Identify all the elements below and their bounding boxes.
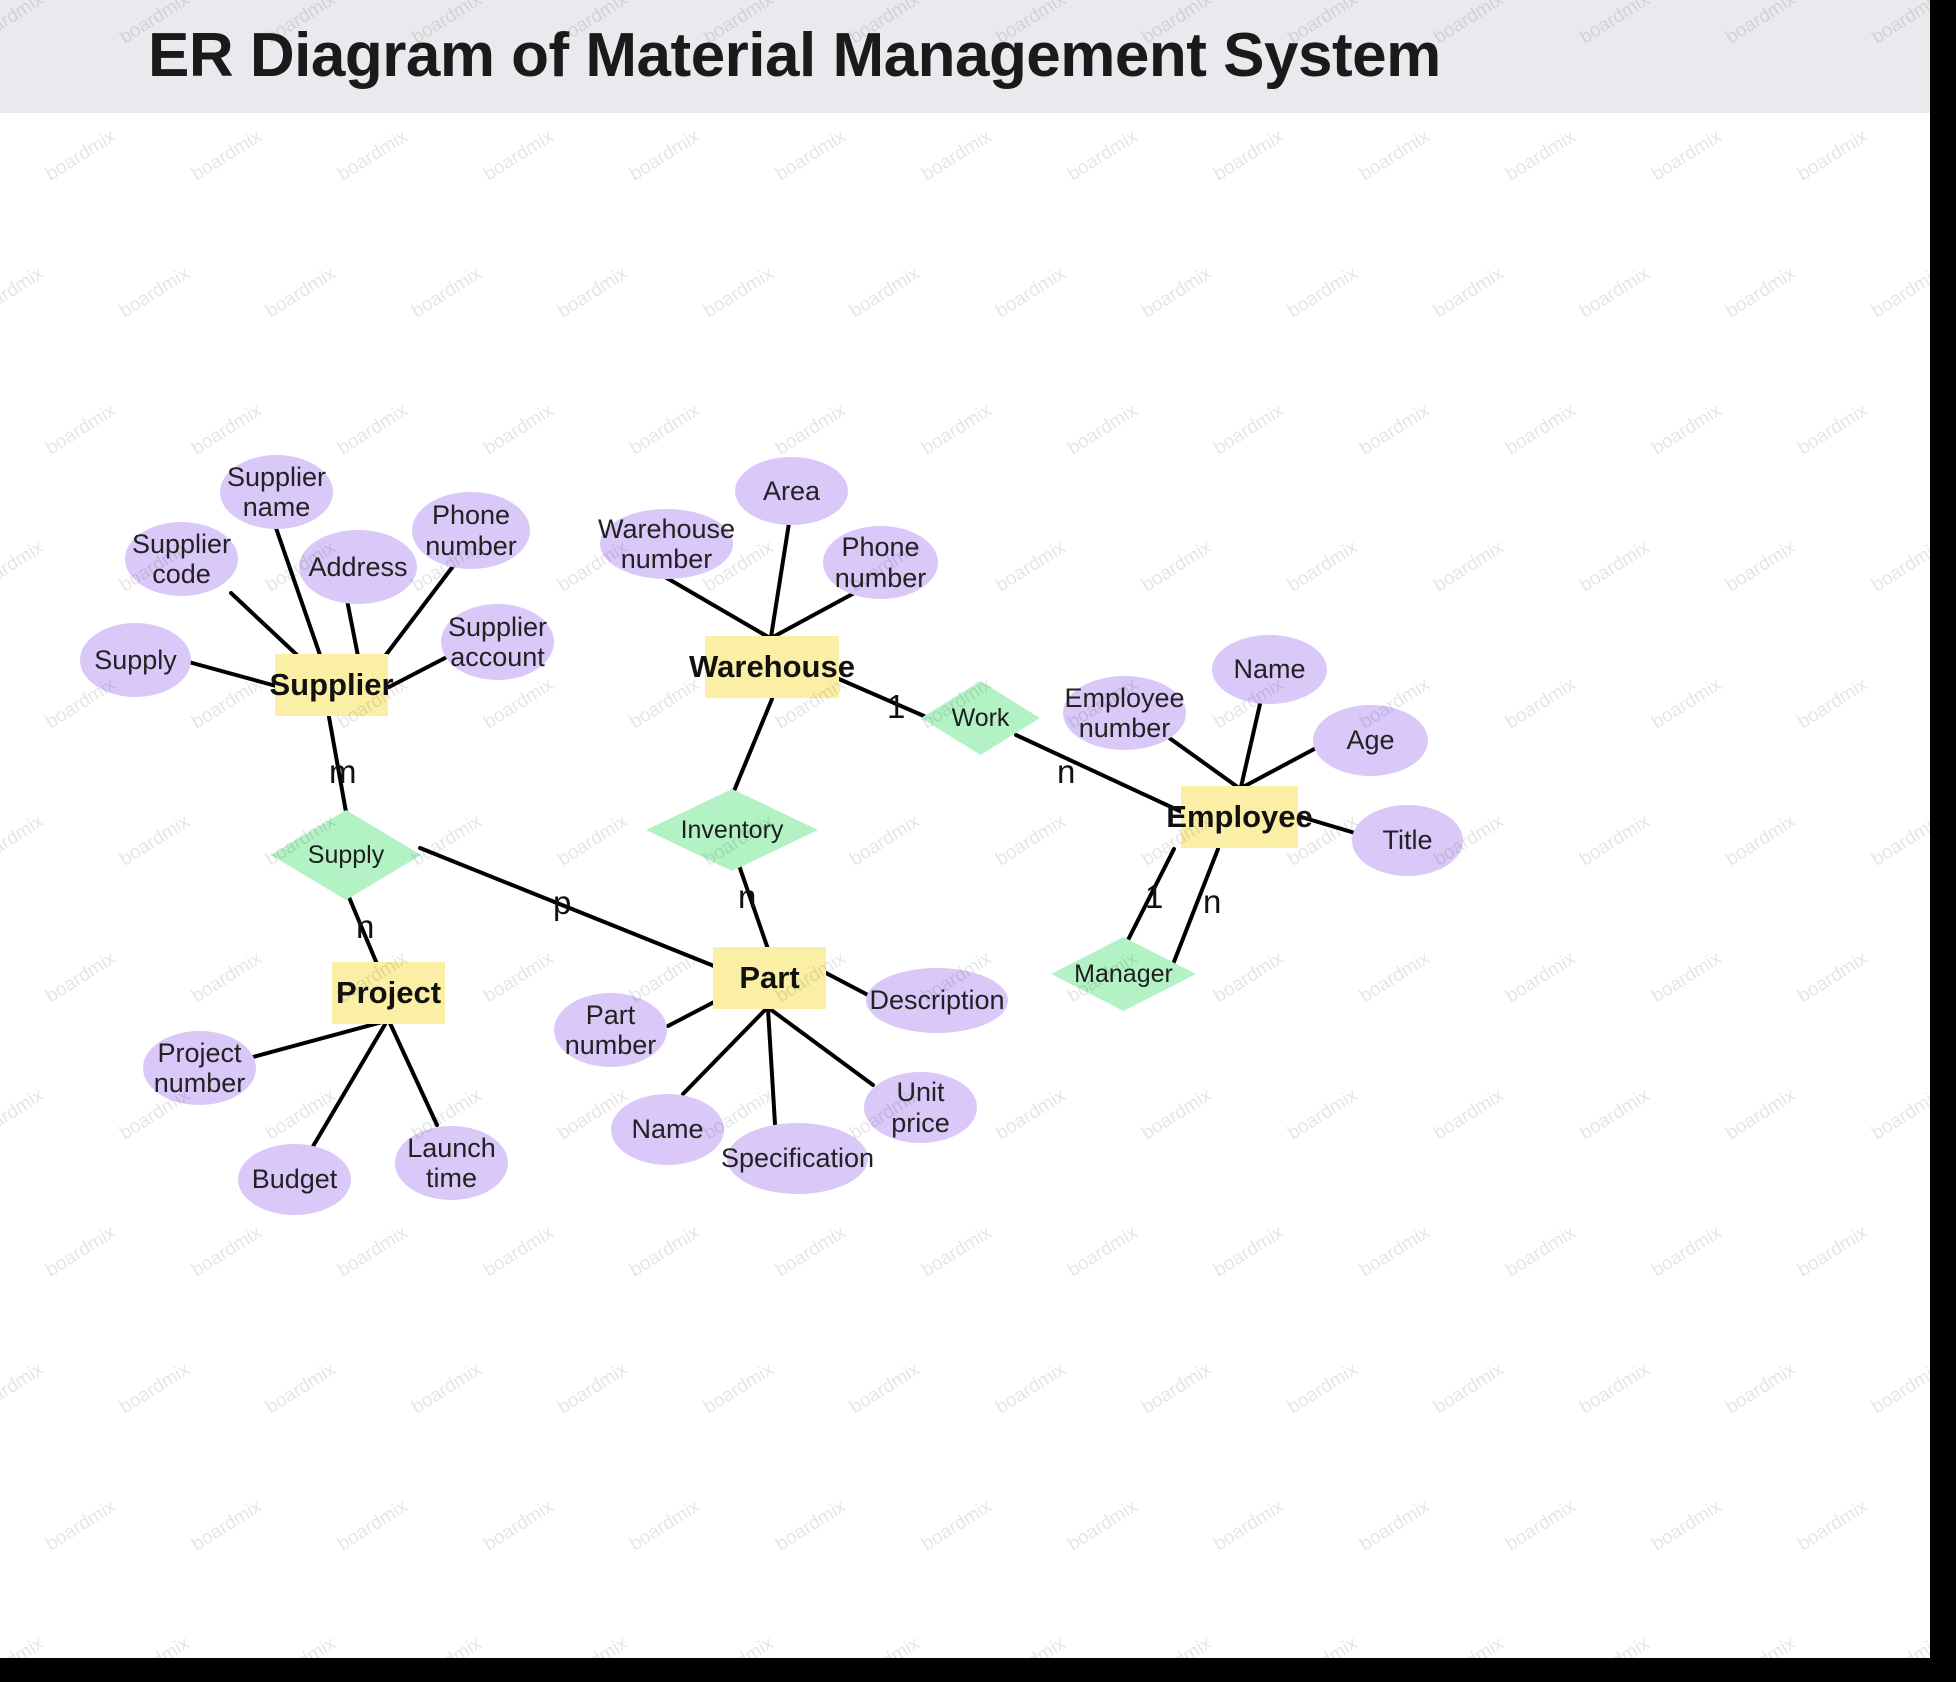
attribute-area[interactable]: Area	[735, 457, 848, 525]
attribute-age[interactable]: Age	[1313, 705, 1428, 776]
attribute-warehouse-number[interactable]: Warehouse number	[597, 509, 736, 579]
cardinality-card-warehouse-work: 1	[887, 688, 906, 725]
entity-supplier[interactable]: Supplier	[270, 654, 394, 716]
attribute-label: Part number	[564, 999, 657, 1060]
attribute-label: Age	[1346, 725, 1395, 756]
attribute-label: Phone number	[834, 532, 927, 593]
attribute-label: Area	[762, 475, 821, 506]
attribute-budget[interactable]: Budget	[238, 1144, 351, 1215]
attribute-supplier-account[interactable]: Supplier account	[441, 604, 554, 680]
entity-employee[interactable]: Employee	[1166, 786, 1313, 848]
attribute-address[interactable]: Address	[299, 530, 417, 604]
cardinality-card-supply-project: n	[356, 908, 375, 945]
attribute-label: Title	[1382, 825, 1433, 856]
cardinality-card-employee-mgr-1: 1	[1145, 878, 1164, 915]
edge-warehouse-inventory	[732, 697, 774, 793]
attribute-employee-number[interactable]: Employee number	[1063, 676, 1186, 750]
attribute-label: Supplier code	[131, 528, 232, 589]
relationship-inventory-rel[interactable]: Inventory	[646, 789, 818, 871]
attribute-project-number[interactable]: Project number	[143, 1031, 256, 1105]
attribute-label: Phone number	[425, 500, 517, 561]
edge-budget-project	[310, 1019, 389, 1150]
attribute-supplier-phone[interactable]: Phone number	[412, 492, 530, 569]
edge-launch-time-project	[387, 1019, 439, 1127]
canvas-bottom-border	[0, 1658, 1956, 1682]
attribute-label: Description	[869, 985, 1005, 1016]
attribute-warehouse-phone[interactable]: Phone number	[823, 526, 938, 599]
attribute-specification[interactable]: Specification	[721, 1123, 874, 1194]
edge-area-warehouse	[769, 521, 791, 639]
edge-warehouse-phone-warehouse	[771, 589, 860, 639]
diagram-app: ER Diagram of Material Management System…	[0, 0, 1930, 1658]
edge-unit-price-part	[768, 1007, 875, 1087]
diagram-canvas[interactable]: Supply Supplier code Supplier name Address P…	[0, 113, 1930, 1658]
relationship-manager-rel[interactable]: Manager	[1051, 937, 1196, 1011]
relationship-label: Work	[951, 703, 1010, 732]
page-title: ER Diagram of Material Management System	[148, 21, 1441, 90]
attribute-label: Unit price	[891, 1077, 950, 1138]
entity-label: Project	[335, 974, 442, 1010]
cardinality-card-work-employee: n	[1057, 753, 1076, 790]
attribute-employee-name[interactable]: Name	[1212, 635, 1327, 704]
entity-label: Part	[739, 959, 800, 995]
attribute-label: Address	[308, 551, 408, 582]
attribute-description[interactable]: Description	[866, 968, 1008, 1033]
relationship-label: Supply	[307, 840, 385, 869]
entity-label: Warehouse	[689, 648, 855, 684]
edge-supplier-code-supplier	[229, 591, 299, 657]
attribute-label: Name	[631, 1114, 704, 1145]
edge-part-number-part	[666, 999, 718, 1028]
relationship-supply-rel[interactable]: Supply	[271, 810, 421, 900]
edge-part-name-part	[681, 1007, 768, 1096]
attribute-label: Supplier name	[226, 461, 327, 522]
entity-label: Employee	[1166, 798, 1313, 834]
cardinality-card-inventory-part: n	[738, 878, 757, 915]
title-bar: ER Diagram of Material Management System	[0, 0, 1930, 113]
edge-employee-name-employee	[1239, 702, 1262, 789]
edge-address-supplier	[345, 598, 360, 658]
attribute-label: Specification	[720, 1143, 875, 1174]
entity-part[interactable]: Part	[713, 947, 826, 1009]
relationship-label: Inventory	[680, 815, 784, 844]
entity-project[interactable]: Project	[332, 962, 445, 1024]
attribute-label: Project number	[153, 1037, 246, 1098]
edge-specification-part	[766, 1007, 777, 1126]
cardinality-card-supplier-supply: m	[329, 753, 357, 790]
attribute-label: Supply	[94, 644, 177, 675]
edge-description-part	[824, 971, 870, 997]
attribute-label: Launch time	[407, 1132, 496, 1193]
entity-warehouse[interactable]: Warehouse	[689, 636, 855, 698]
attribute-supplier-code[interactable]: Supplier code	[125, 522, 238, 596]
edge-project-number-project	[251, 1019, 388, 1059]
edge-warehouse-number-warehouse	[658, 572, 772, 640]
attribute-unit-price[interactable]: Unit price	[864, 1072, 977, 1143]
attribute-label: Budget	[251, 1164, 338, 1195]
entity-label: Supplier	[269, 666, 394, 702]
attribute-title-attr[interactable]: Title	[1352, 805, 1463, 876]
attribute-label: Name	[1233, 654, 1306, 685]
attribute-label: Employee number	[1064, 682, 1185, 743]
attribute-label: Supplier account	[447, 611, 548, 672]
edge-supply-attr-supplier	[183, 659, 278, 688]
cardinality-card-employee-mgr-n: n	[1203, 883, 1222, 920]
attribute-supply-attr[interactable]: Supply	[80, 623, 191, 697]
cardinality-card-supply-part: p	[553, 884, 572, 921]
attribute-part-name[interactable]: Name	[611, 1094, 724, 1165]
edge-supplier-account-supplier	[387, 656, 447, 689]
attribute-launch-time[interactable]: Launch time	[395, 1126, 508, 1200]
relationship-label: Manager	[1074, 959, 1173, 988]
relationship-work-rel[interactable]: Work	[921, 681, 1040, 755]
attribute-part-number[interactable]: Part number	[554, 993, 667, 1067]
attribute-label: Warehouse number	[597, 513, 736, 574]
canvas-right-border	[1930, 0, 1956, 1682]
edge-warehouse-work-rel	[837, 677, 926, 718]
attribute-supplier-name[interactable]: Supplier name	[220, 455, 333, 529]
